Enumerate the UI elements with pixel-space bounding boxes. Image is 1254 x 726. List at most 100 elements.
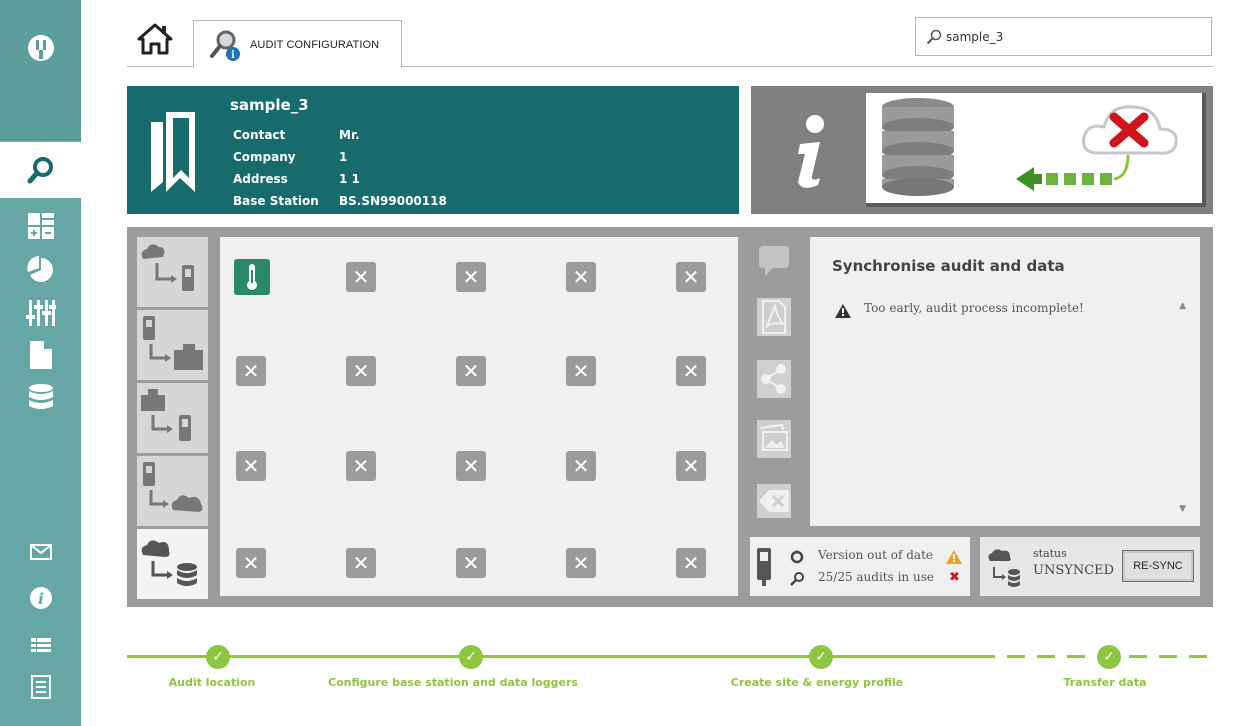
logger-grid: ✕ ✕ ✕ ✕ ✕ ✕ ✕ ✕ ✕ ✕ ✕ ✕ ✕ ✕ ✕ ✕ ✕ ✕ ✕ [220,237,738,596]
site-field-value: BS.SN99000118 [339,194,447,208]
close-icon: ✕ [346,548,376,578]
step-label[interactable]: Configure base station and data loggers [328,676,578,689]
transfer-arrow-icon [1016,154,1130,191]
close-icon: ✕ [236,356,266,386]
step-check-icon[interactable]: ✓ [809,645,833,669]
grid-cell-empty[interactable]: ✕ [236,451,272,487]
grid-cell-empty[interactable]: ✕ [236,548,272,584]
grid-cell-empty[interactable]: ✕ [346,356,382,392]
search-small-icon [790,571,804,590]
mail-icon[interactable] [0,537,81,567]
step-label[interactable]: Transfer data [1064,676,1147,689]
grid-cell-empty[interactable]: ✕ [346,262,382,298]
grid-cell-empty[interactable]: ✕ [566,548,602,584]
close-icon: ✕ [456,451,486,481]
site-field-row: Company 1 [233,146,447,168]
step-logger-to-base[interactable] [137,310,208,380]
list-icon[interactable] [0,630,81,660]
comment-icon[interactable] [750,241,798,281]
search-value: sample_3 [946,29,1004,44]
report-icon[interactable] [0,670,81,704]
database-icon[interactable] [0,378,81,418]
logger-to-base-icon [143,316,203,370]
search-input[interactable]: sample_3 [915,17,1212,56]
sliders-icon[interactable] [0,293,81,333]
home-icon[interactable] [137,22,173,58]
grid-cell-empty[interactable]: ✕ [456,356,492,392]
sync-heading: Synchronise audit and data [832,257,1065,275]
site-field-key: Company [233,150,296,164]
grid-cell-empty[interactable]: ✕ [566,356,602,392]
audits-in-use-text: 25/25 audits in use [818,570,934,584]
site-field-key: Contact [233,128,286,142]
close-icon: ✕ [566,548,596,578]
image-icon[interactable] [750,419,798,459]
warning-text: Too early, audit process incomplete! [864,301,1084,315]
plug-logo-icon[interactable] [0,28,81,68]
database-illustration-icon [882,98,954,196]
step-check-icon[interactable]: ✓ [206,645,230,669]
warning-icon [834,303,852,319]
svg-text:i: i [231,50,235,61]
grid-cell-empty[interactable]: ✕ [346,451,382,487]
error-x-icon: ✖ [949,570,960,585]
grid-cell-thermometer[interactable] [234,259,270,295]
step-logger-to-cloud[interactable] [137,456,208,526]
site-name: sample_3 [230,96,309,114]
grid-cell-empty[interactable]: ✕ [676,262,712,298]
grid-cell-empty[interactable]: ✕ [676,548,712,584]
grid-cell-empty[interactable]: ✕ [346,548,382,584]
pdf-icon[interactable] [750,297,798,337]
grid-cell-empty[interactable]: ✕ [456,262,492,298]
grid-cell-empty[interactable]: ✕ [676,356,712,392]
site-field-row: Base Station BS.SN99000118 [233,190,447,212]
step-label[interactable]: Audit location [169,676,256,689]
sidebar-item-search[interactable] [0,142,81,198]
close-icon: ✕ [566,451,596,481]
audit-workspace: ✕ ✕ ✕ ✕ ✕ ✕ ✕ ✕ ✕ ✕ ✕ ✕ ✕ ✕ ✕ ✕ ✕ ✕ ✕ Sy… [127,227,1213,607]
search-icon [0,150,81,190]
info-large-icon [751,86,862,214]
grid-cell-empty[interactable]: ✕ [566,262,602,298]
grid-cell-empty[interactable]: ✕ [456,451,492,487]
step-check-icon[interactable]: ✓ [459,645,483,669]
close-icon: ✕ [236,451,266,481]
svg-text:i: i [38,590,44,608]
grid-cell-empty[interactable]: ✕ [676,451,712,487]
grid-cell-empty[interactable]: ✕ [566,451,602,487]
sidebar: i [0,0,81,726]
step-check-icon[interactable]: ✓ [1097,645,1121,669]
share-icon[interactable] [750,359,798,399]
step-label[interactable]: Create site & energy profile [731,676,904,689]
progress-line [127,655,995,658]
sync-illustration [866,93,1206,207]
site-field-row: Address 1 1 [233,168,447,190]
progress-tracker: ✓ ✓ ✓ ✓ Audit location Configure base st… [127,640,1213,700]
progress-dash [1189,655,1207,658]
close-icon: ✕ [566,356,596,386]
close-icon: ✕ [346,356,376,386]
resync-button[interactable]: RE-SYNC [1122,550,1194,582]
top-bar: i AUDIT CONFIGURATION sample_3 [127,10,1213,68]
info-icon[interactable]: i [0,583,81,613]
tab-audit-configuration[interactable]: i AUDIT CONFIGURATION [193,20,402,68]
scroll-down-arrow-icon[interactable]: ▼ [1179,504,1186,514]
document-icon[interactable] [0,335,81,375]
pie-chart-icon[interactable] [0,250,81,290]
step-cloud-to-database[interactable] [137,529,208,599]
grid-cell-empty[interactable]: ✕ [456,548,492,584]
calculator-icon[interactable] [0,206,81,246]
sync-status-panel [751,86,1213,214]
step-cloud-to-logger[interactable] [137,237,208,307]
close-icon: ✕ [566,262,596,292]
grid-cell-empty[interactable]: ✕ [236,356,272,392]
step-base-to-logger[interactable] [137,383,208,453]
version-status-box: Version out of date 25/25 audits in use … [750,537,970,596]
close-icon: ✕ [456,262,486,292]
status-label: status [1033,547,1067,560]
close-icon: ✕ [456,548,486,578]
site-field-value: 1 1 [339,172,360,186]
scroll-up-arrow-icon[interactable]: ▲ [1179,301,1186,311]
clear-icon[interactable] [750,481,798,521]
cloud-to-database-small-icon [986,545,1020,593]
